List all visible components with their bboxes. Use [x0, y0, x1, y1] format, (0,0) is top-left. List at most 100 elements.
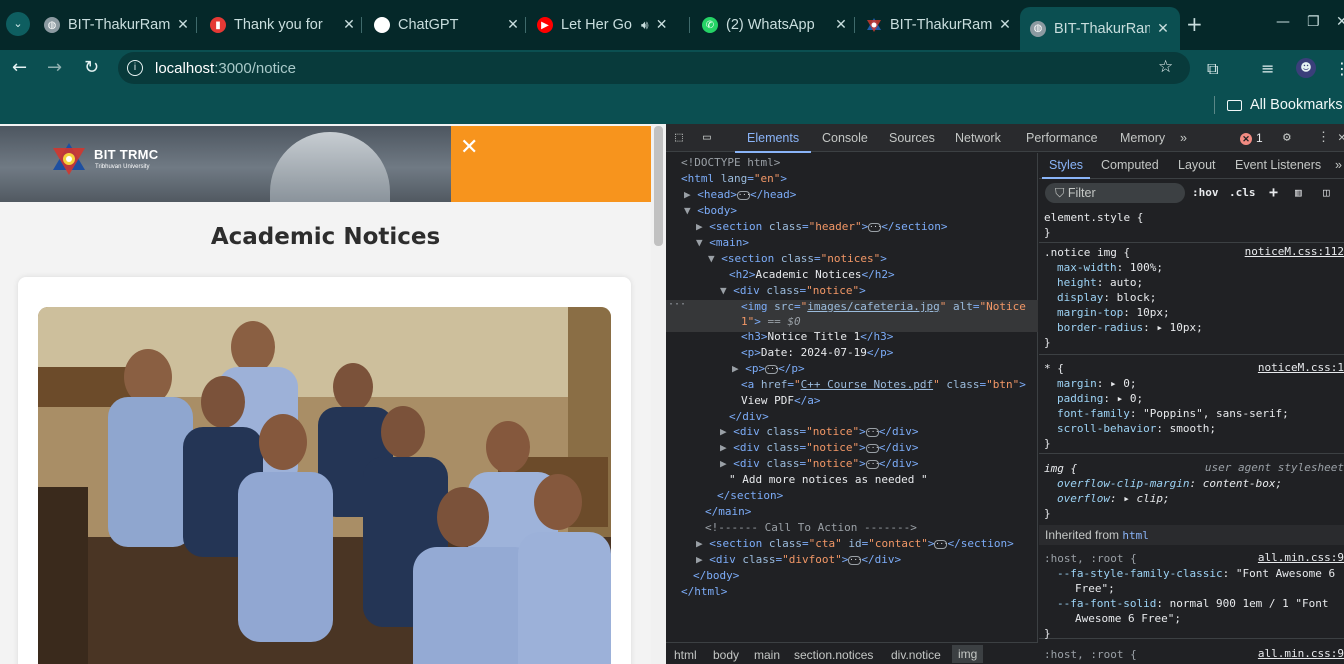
browser-tab[interactable]: ◍ BIT-ThakurRam ✕ [44, 9, 190, 41]
site-info-icon[interactable]: i [127, 60, 143, 76]
close-tab-icon[interactable]: ✕ [1156, 21, 1170, 37]
inspect-element-icon[interactable]: ⬚ [675, 130, 683, 145]
browser-tab[interactable]: BIT-ThakurRam ✕ [866, 9, 1012, 41]
browser-tab[interactable]: ✆ (2) WhatsApp ✕ [702, 9, 848, 41]
dom-line[interactable]: <h3>Notice Title 1</h3> [741, 329, 893, 345]
dom-line[interactable]: <p>Date: 2024-07-19</p> [741, 345, 893, 361]
dom-line[interactable]: ▶ <div class="notice">···</div> [720, 424, 918, 440]
dom-line-selected[interactable]: <img src="images/cafeteria.jpg" alt="Not… [741, 299, 1026, 315]
rule-universal[interactable]: * { noticeM.css:1 margin: ▸ 0; padding: … [1039, 359, 1344, 454]
close-menu-icon[interactable]: ✕ [460, 135, 478, 160]
dom-line[interactable]: ▶ <head>···</head> [684, 187, 796, 203]
tab-computed[interactable]: Computed [1101, 158, 1159, 172]
new-rule-button[interactable]: + [1269, 183, 1278, 201]
node-actions-icon[interactable]: ··· [668, 299, 686, 310]
rule-element-style[interactable]: element.style { } [1039, 209, 1344, 243]
menu-icon[interactable]: ⋮ [1334, 59, 1344, 78]
browser-tab[interactable]: ▮ Thank you for ✕ [210, 9, 356, 41]
tab-network[interactable]: Network [955, 131, 1001, 145]
close-tab-icon[interactable]: ✕ [342, 17, 356, 33]
dom-line[interactable]: </div> [729, 409, 769, 425]
forward-icon[interactable]: → [47, 58, 62, 78]
close-tab-icon[interactable]: ✕ [176, 17, 190, 33]
dom-line[interactable]: ▼ <main> [696, 235, 749, 251]
browser-tab[interactable]: ✣ ChatGPT ✕ [374, 9, 520, 41]
rule-notice-img[interactable]: .notice img { noticeM.css:112 max-width:… [1039, 245, 1344, 355]
tab-sources[interactable]: Sources [889, 131, 935, 145]
new-tab-button[interactable]: + [1186, 12, 1203, 36]
dom-line[interactable]: ▶ <div class="divfoot">···</div> [696, 552, 901, 568]
tab-search-button[interactable]: ⌄ [6, 12, 30, 36]
dom-line[interactable]: ▶ <section class="header">···</section> [696, 219, 947, 235]
close-devtools-icon[interactable]: ✕ [1338, 130, 1344, 145]
rule-host-root[interactable]: :host, :root { all.min.css:9 --fa-style-… [1039, 547, 1344, 640]
rule-source-link[interactable]: noticeM.css:112 [1245, 245, 1344, 258]
bookmark-star-icon[interactable]: ☆ [1158, 57, 1173, 77]
dom-line[interactable]: </section> [717, 488, 783, 504]
rule-host-root-2[interactable]: :host, :root { all.min.css:9 [1039, 643, 1344, 663]
class-button[interactable]: .cls [1229, 186, 1256, 199]
scrollbar-thumb[interactable] [654, 126, 663, 246]
dom-line[interactable]: <!DOCTYPE html> [681, 155, 780, 171]
dom-line[interactable]: <h2>Academic Notices</h2> [729, 267, 895, 283]
dom-line[interactable]: <a href="C++ Course Notes.pdf" class="bt… [741, 377, 1026, 393]
dom-line[interactable]: ▼ <div class="notice"> [720, 283, 866, 299]
dom-line[interactable]: </html> [681, 584, 727, 600]
dom-line[interactable]: </main> [705, 504, 751, 520]
speaker-icon[interactable]: 🔊︎ [641, 18, 649, 33]
hover-state-button[interactable]: :hov [1192, 186, 1219, 199]
all-bookmarks-button[interactable]: All Bookmarks [1214, 96, 1343, 114]
media-controls-icon[interactable]: ≡ [1261, 59, 1274, 78]
back-icon[interactable]: ← [12, 58, 27, 78]
styles-filter-input[interactable]: ⛉ Filter [1045, 183, 1185, 203]
tab-console[interactable]: Console [822, 131, 868, 145]
rule-user-agent-img[interactable]: img { user agent stylesheet overflow-cli… [1039, 458, 1344, 522]
more-panes-icon[interactable]: » [1335, 158, 1342, 172]
tab-styles[interactable]: Styles [1041, 158, 1091, 179]
maximize-icon[interactable]: ❐ [1307, 14, 1320, 30]
breadcrumb-item[interactable]: div.notice [891, 648, 941, 662]
paint-icon[interactable]: ▥ [1295, 186, 1302, 199]
browser-tab-active[interactable]: ◍ BIT-ThakurRam ✕ [1020, 7, 1180, 50]
rule-source-link[interactable]: all.min.css:9 [1258, 551, 1344, 564]
dom-line[interactable]: <html lang="en"> [681, 171, 787, 187]
minimize-icon[interactable]: — [1276, 14, 1290, 30]
tab-performance[interactable]: Performance [1026, 131, 1098, 145]
dom-line[interactable]: ▼ <body> [684, 203, 737, 219]
breadcrumb-item[interactable]: html [674, 648, 697, 662]
tab-memory[interactable]: Memory [1120, 131, 1165, 145]
reload-icon[interactable]: ↻ [84, 58, 99, 78]
browser-tab[interactable]: ▶ Let Her Go 🔊︎ ✕ [537, 9, 683, 41]
dom-line[interactable]: 1"> == $0 [741, 314, 801, 330]
close-window-icon[interactable]: ✕ [1336, 14, 1344, 30]
tab-elements[interactable]: Elements [734, 131, 812, 153]
breadcrumb-item[interactable]: section.notices [794, 648, 873, 662]
rule-source-link[interactable]: all.min.css:9 [1258, 647, 1344, 660]
page-scrollbar[interactable] [651, 124, 666, 664]
close-tab-icon[interactable]: ✕ [998, 17, 1012, 33]
dom-line[interactable]: ▶ <div class="notice">···</div> [720, 440, 918, 456]
extensions-icon[interactable]: ⧉ [1207, 59, 1218, 79]
profile-avatar[interactable]: ☻ [1296, 58, 1316, 78]
more-tabs-icon[interactable]: » [1180, 131, 1187, 145]
sidebar-toggle-icon[interactable]: ◫ [1323, 186, 1330, 199]
close-tab-icon[interactable]: ✕ [655, 17, 669, 33]
tab-event-listeners[interactable]: Event Listeners [1235, 158, 1321, 172]
settings-gear-icon[interactable]: ⚙ [1283, 130, 1291, 145]
breadcrumb-item[interactable]: main [754, 648, 780, 662]
brand-name[interactable]: BIT TRMC [94, 147, 159, 162]
rule-source-link[interactable]: noticeM.css:1 [1258, 361, 1344, 374]
devtools-menu-icon[interactable]: ⋮ [1317, 130, 1330, 145]
error-counter[interactable]: ✕ 1 [1240, 131, 1263, 145]
dom-line[interactable]: </body> [693, 568, 739, 584]
tab-layout[interactable]: Layout [1178, 158, 1216, 172]
device-toolbar-icon[interactable]: ▭ [703, 130, 711, 145]
inherited-tag-link[interactable]: html [1122, 529, 1149, 542]
dom-line[interactable]: ▶ <div class="notice">···</div> [720, 456, 918, 472]
dom-line[interactable]: <!------ Call To Action -------> [705, 520, 917, 536]
close-tab-icon[interactable]: ✕ [834, 17, 848, 33]
dom-line[interactable]: " Add more notices as needed " [729, 472, 928, 488]
dom-line[interactable]: ▶ <section class="cta" id="contact">···<… [696, 536, 1014, 552]
breadcrumb-item-active[interactable]: img [952, 645, 984, 663]
close-tab-icon[interactable]: ✕ [506, 17, 520, 33]
